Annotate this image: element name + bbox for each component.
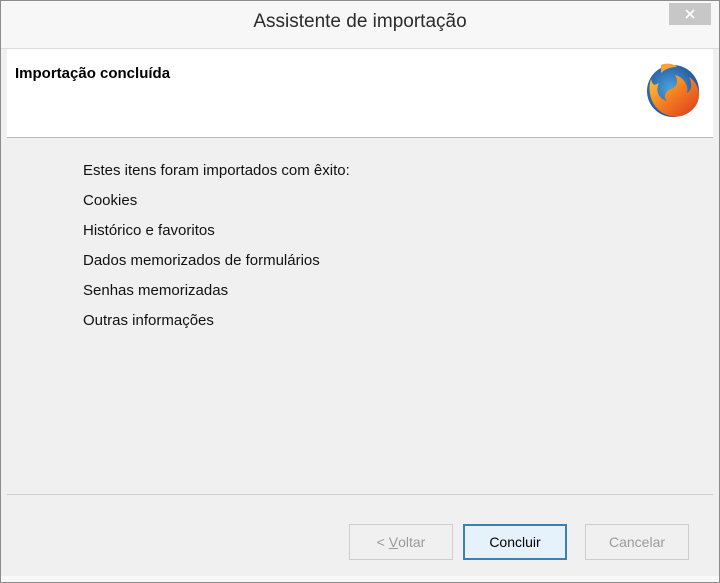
close-button[interactable] xyxy=(669,3,711,25)
button-bar: < Voltar Concluir Cancelar xyxy=(7,494,713,577)
window-title: Assistente de importação xyxy=(253,11,467,32)
cancel-button[interactable]: Cancelar xyxy=(585,524,689,560)
imported-item-form-data: Dados memorizados de formulários xyxy=(83,252,320,269)
back-button-label: oltar xyxy=(398,534,426,550)
back-button-prefix: < xyxy=(376,534,389,550)
back-button[interactable]: < Voltar xyxy=(349,524,453,560)
imported-item-cookies: Cookies xyxy=(83,192,138,209)
title-bar: Assistente de importação xyxy=(1,1,719,49)
finish-button[interactable]: Concluir xyxy=(463,524,567,560)
back-button-accelerator: V xyxy=(388,534,399,550)
imported-item-passwords: Senhas memorizadas xyxy=(83,282,229,299)
window-bottom-edge xyxy=(1,576,719,582)
wizard-content: Estes itens foram importados com êxito: … xyxy=(7,138,713,494)
imported-item-other: Outras informações xyxy=(83,312,214,329)
page-title: Importação concluída xyxy=(15,65,171,82)
wizard-header: Importação concluída xyxy=(7,49,713,138)
imported-item-history-bookmarks: Histórico e favoritos xyxy=(83,222,215,239)
import-wizard-window: Assistente de importação Importação conc… xyxy=(0,0,720,583)
close-icon xyxy=(685,9,695,19)
firefox-logo-icon xyxy=(647,63,699,117)
success-message: Estes itens foram importados com êxito: xyxy=(83,162,350,179)
